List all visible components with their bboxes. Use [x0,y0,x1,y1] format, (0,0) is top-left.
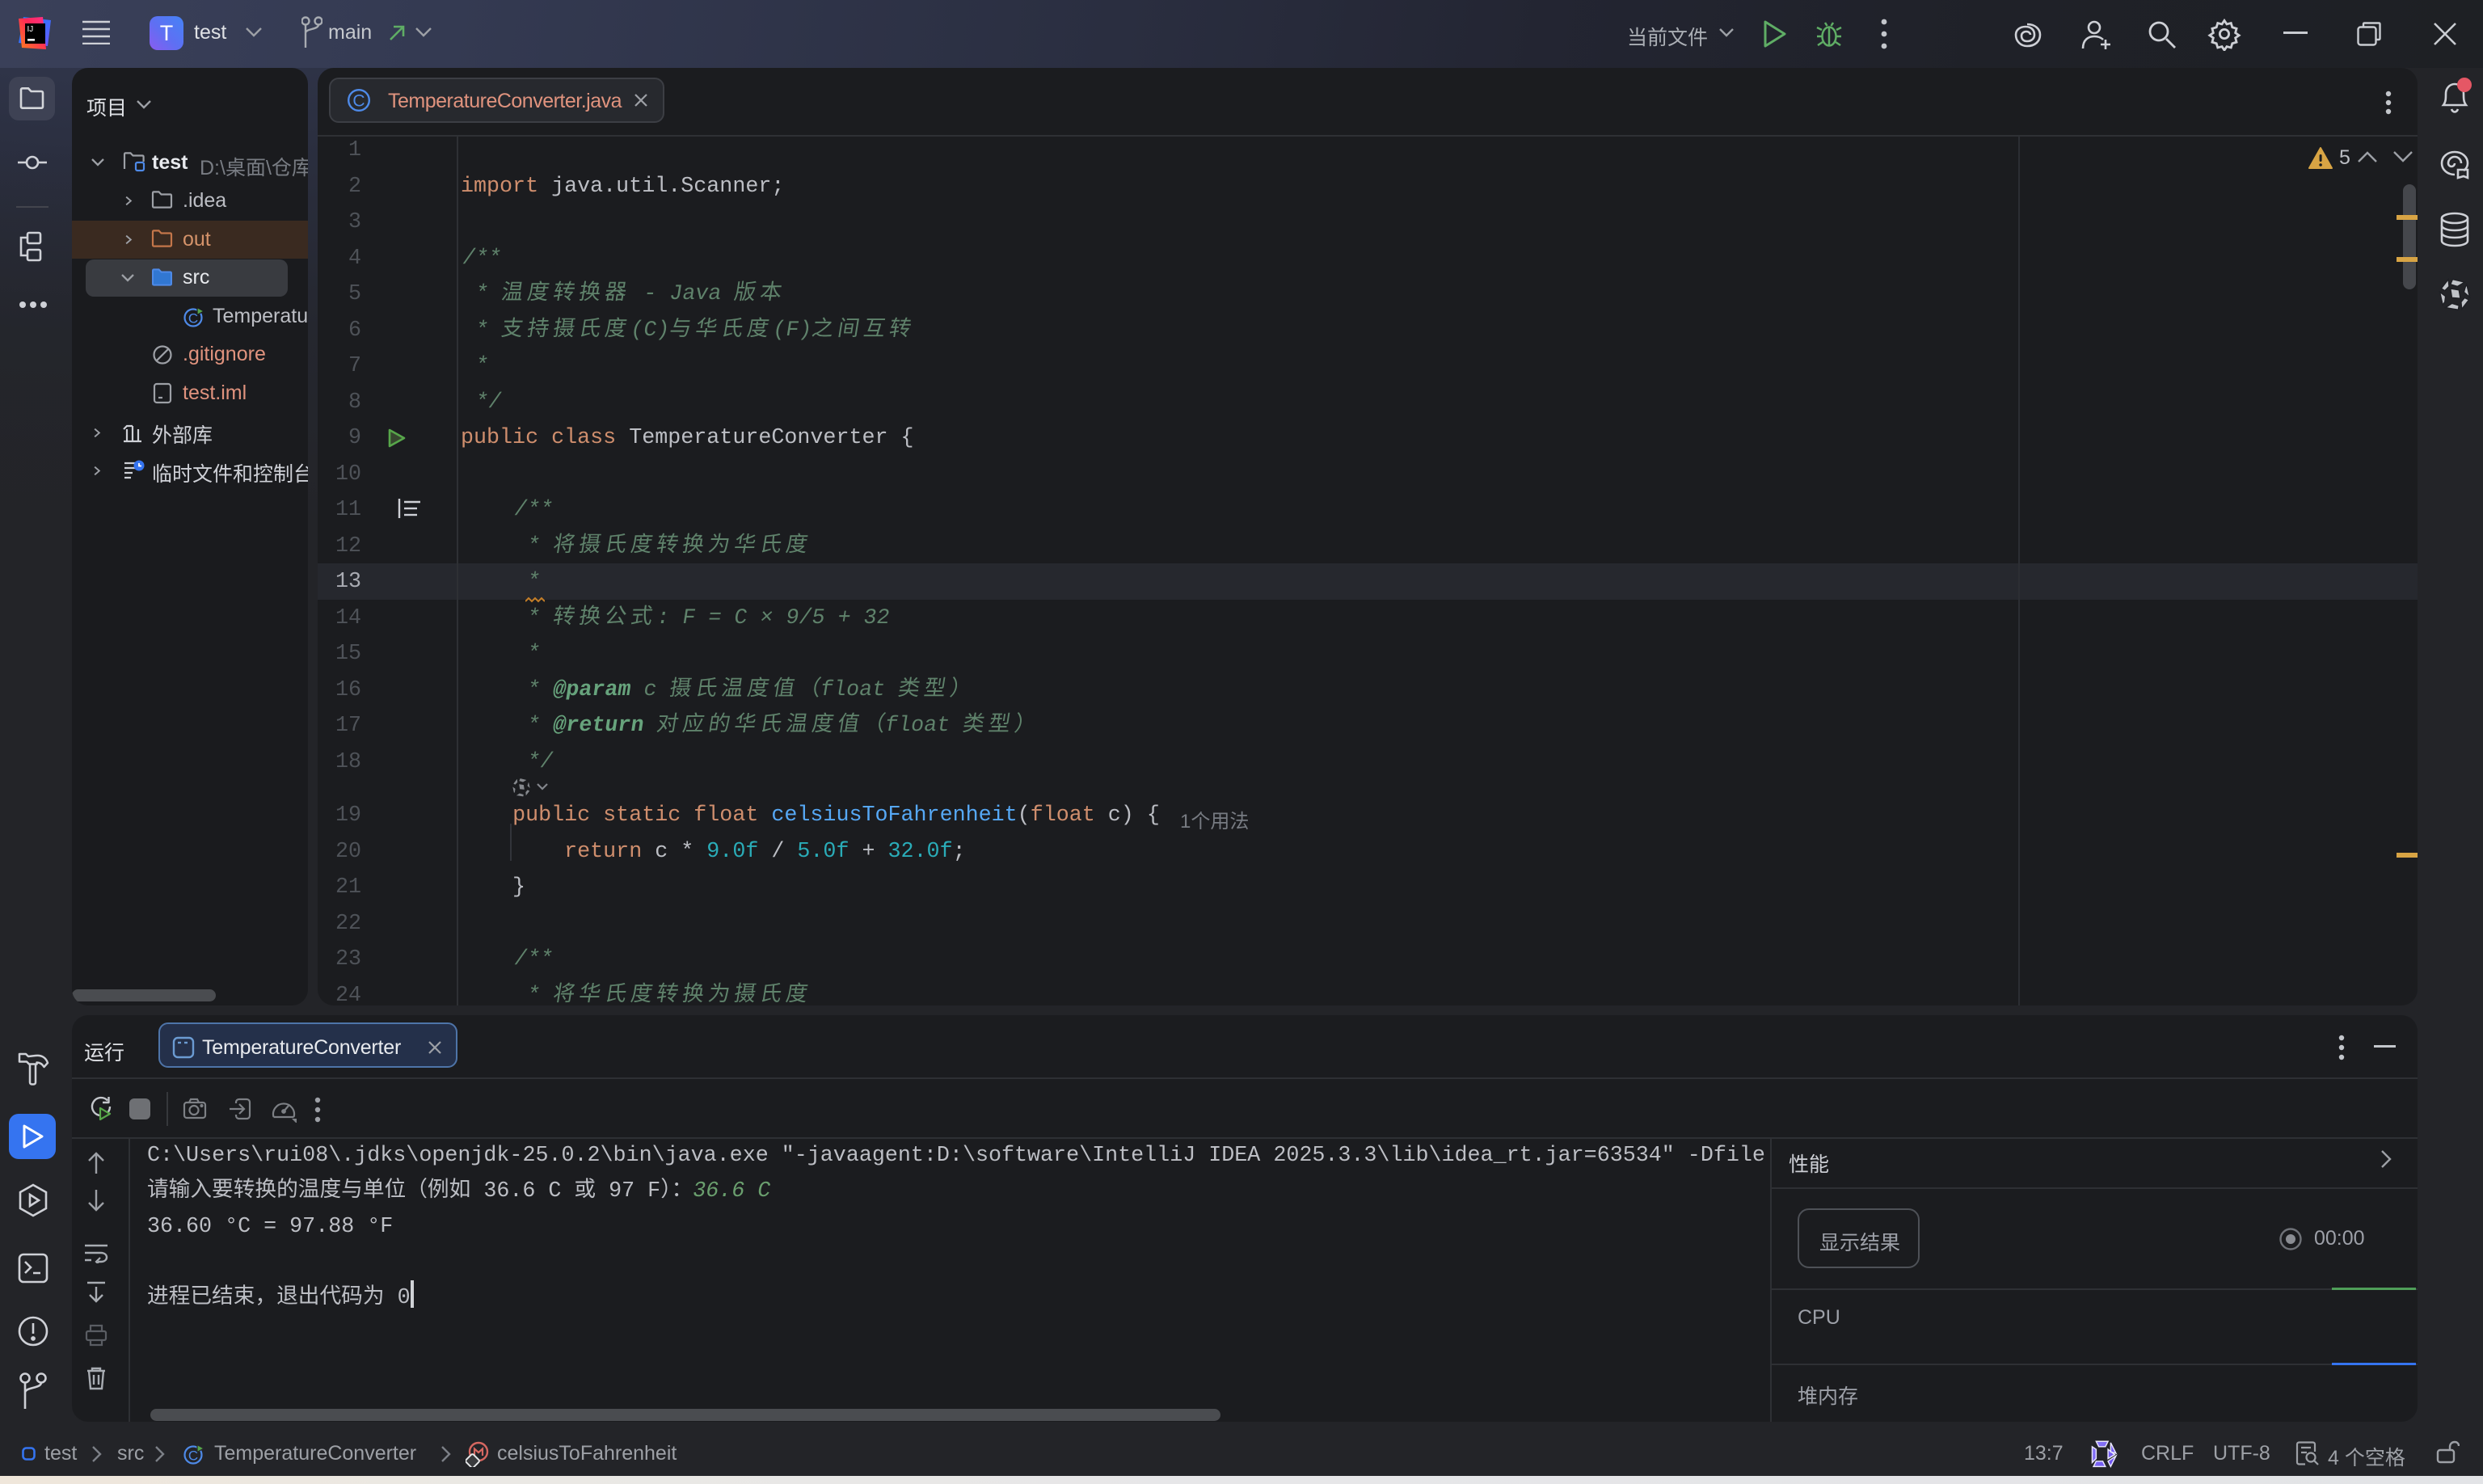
svg-text:C: C [352,92,365,111]
svg-text:C: C [188,311,198,327]
svg-text:C: C [188,1448,198,1464]
svg-text:IJ: IJ [27,25,34,34]
